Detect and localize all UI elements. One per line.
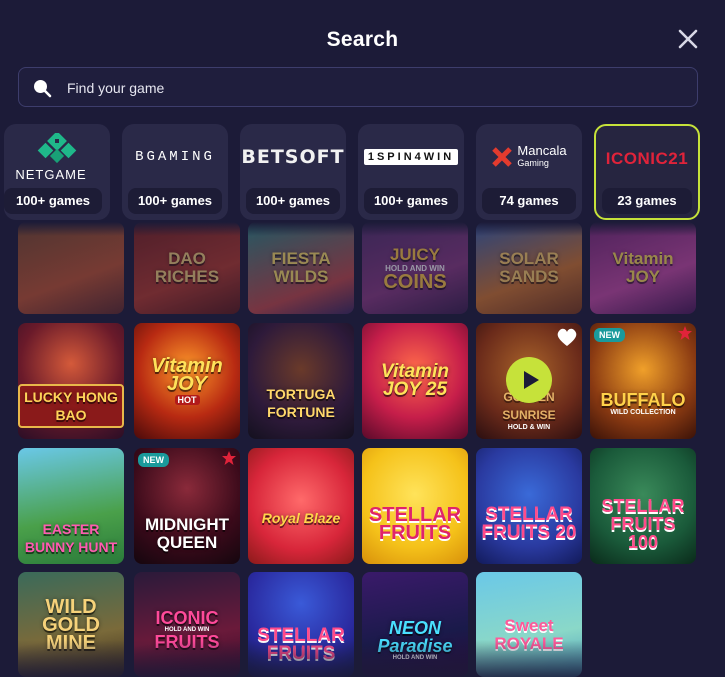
game-tile[interactable]: SOLAR SANDS [476, 222, 582, 314]
exclusive-star-icon [678, 326, 692, 340]
game-tile[interactable]: DAO RICHES [134, 222, 240, 314]
game-subtitle: HOLD AND WIN [392, 654, 438, 661]
game-tile[interactable]: TORTUGA FORTUNE [248, 323, 354, 439]
game-tile[interactable]: FIESTA WILDS [248, 222, 354, 314]
game-name: ICONIC [155, 607, 219, 628]
game-tile[interactable] [18, 222, 124, 314]
game-name: JUICY [389, 244, 441, 264]
game-tile[interactable]: STELLAR FRUITS [248, 572, 354, 677]
game-tile[interactable]: Royal Blaze [248, 448, 354, 564]
game-name: DAO RICHES [154, 249, 220, 286]
game-tile[interactable]: STELLAR FRUITS 100 [590, 448, 696, 564]
game-subtitle: WILD COLLECTION [610, 408, 676, 416]
game-tile[interactable]: WILD GOLD MINE [18, 572, 124, 677]
game-tile[interactable]: NEW MIDNIGHT QUEEN [134, 448, 240, 564]
game-name: EASTER BUNNY HUNT [24, 521, 118, 555]
game-tile[interactable]: GOLDEN SUNRISE HOLD & WIN [476, 323, 582, 439]
game-tile[interactable]: Vitamin JOY [590, 222, 696, 314]
game-grid: DAO RICHES FIESTA WILDS JUICY HOLD AND W… [0, 0, 725, 677]
game-tile[interactable]: LUCKY HONG BAO [18, 323, 124, 439]
game-name: Vitamin JOY [151, 355, 223, 395]
game-name: MIDNIGHT QUEEN [144, 515, 230, 552]
game-tile[interactable]: STELLAR FRUITS 20 [476, 448, 582, 564]
game-tile[interactable]: NEON Paradise HOLD AND WIN [362, 572, 468, 677]
game-tile[interactable]: Vitamin JOY HOT [134, 323, 240, 439]
game-name: STELLAR FRUITS 20 [481, 504, 577, 543]
game-subtitle: HOT [174, 395, 200, 405]
game-name: WILD GOLD MINE [42, 595, 100, 654]
game-name: TORTUGA FORTUNE [266, 386, 336, 420]
game-name: SOLAR SANDS [499, 249, 559, 286]
game-name: STELLAR FRUITS 100 [601, 496, 685, 552]
game-tile[interactable]: JUICY HOLD AND WIN COINS [362, 222, 468, 314]
new-badge: NEW [138, 453, 169, 467]
game-tile[interactable]: NEW BUFFALO WILD COLLECTION [590, 323, 696, 439]
game-name: Sweet ROYALE [494, 615, 564, 653]
game-tile[interactable]: Sweet ROYALE [476, 572, 582, 677]
search-modal: Search NETGAME 100+ games [0, 0, 725, 677]
favorite-heart-icon[interactable] [556, 327, 578, 347]
play-icon[interactable] [506, 357, 552, 403]
new-badge: NEW [594, 328, 625, 342]
game-name-2: COINS [383, 270, 447, 293]
game-name: STELLAR FRUITS [257, 624, 345, 664]
game-name: FIESTA WILDS [271, 249, 331, 286]
game-name: BUFFALO [600, 389, 686, 410]
game-name: Royal Blaze [261, 510, 341, 526]
game-name: LUCKY HONG BAO [18, 384, 124, 428]
game-tile[interactable]: ICONIC HOLD AND WIN FRUITS [134, 572, 240, 677]
game-name: Vitamin JOY 25 [381, 361, 449, 400]
game-name: STELLAR FRUITS [368, 504, 462, 544]
game-name: NEON Paradise [377, 617, 453, 656]
game-tile[interactable]: EASTER BUNNY HUNT [18, 448, 124, 564]
game-name: Vitamin JOY [612, 249, 674, 286]
game-tile[interactable]: Vitamin JOY 25 [362, 323, 468, 439]
exclusive-star-icon [222, 451, 236, 465]
game-tile[interactable]: STELLAR FRUITS [362, 448, 468, 564]
game-name-2: FRUITS [154, 631, 220, 652]
game-subtitle: HOLD & WIN [507, 423, 551, 431]
